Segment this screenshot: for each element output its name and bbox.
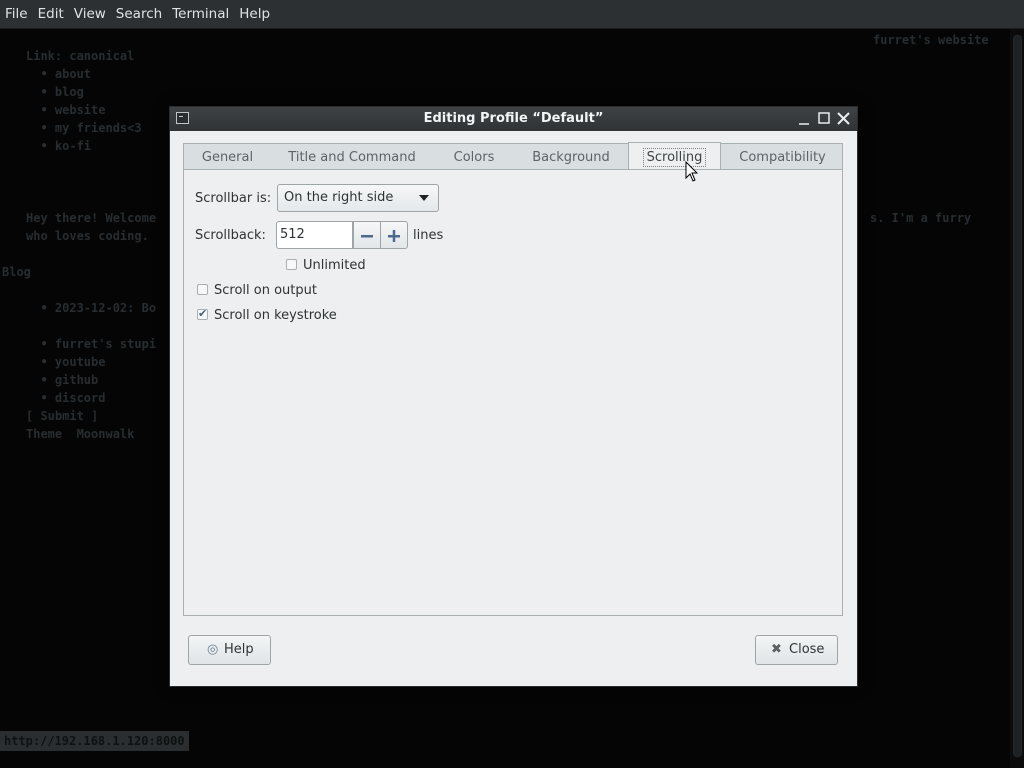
status-url: http://192.168.1.120:8000 — [0, 731, 189, 751]
terminal-scrollbar[interactable] — [1010, 29, 1024, 768]
profile-dialog: Editing Profile “Default” General Title … — [169, 106, 858, 687]
help-button-label: Help — [224, 642, 254, 657]
menu-terminal[interactable]: Terminal — [167, 0, 234, 28]
scrollback-input[interactable]: 512 — [276, 221, 353, 249]
close-button[interactable]: ✖ Close — [755, 635, 838, 665]
terminal-line: • furret's stupi — [26, 337, 157, 351]
help-button[interactable]: ◎ Help — [188, 635, 271, 665]
scrollback-increment-button[interactable] — [380, 221, 408, 249]
terminal-scrollbar-thumb[interactable] — [1013, 35, 1022, 757]
terminal-line: • website — [26, 103, 106, 117]
scrollbar-position-select[interactable]: On the right side — [277, 184, 439, 212]
scroll-on-output-checkbox[interactable] — [197, 284, 208, 295]
scrollback-decrement-button[interactable] — [353, 221, 381, 249]
terminal-header-right: furret's website — [873, 33, 989, 47]
maximize-button[interactable] — [816, 110, 833, 127]
minimize-icon — [799, 123, 809, 125]
scroll-on-keystroke-checkbox[interactable]: ✔ — [197, 307, 208, 320]
maximize-icon — [818, 112, 830, 124]
unlimited-label[interactable]: Unlimited — [303, 258, 366, 273]
terminal-line: • ko-fi — [26, 139, 92, 153]
tab-scrolling[interactable]: Scrolling — [628, 142, 721, 171]
help-lifebuoy-icon: ◎ — [207, 642, 219, 657]
terminal-highlight: canonical — [69, 49, 135, 63]
menu-file[interactable]: File — [0, 0, 33, 28]
dialog-title: Editing Profile “Default” — [423, 111, 604, 126]
terminal-line: Hey there! Welcome — [26, 211, 157, 225]
terminal-line: • youtube — [26, 355, 106, 369]
menubar: File Edit View Search Terminal Help — [0, 0, 1024, 29]
menu-search[interactable]: Search — [111, 0, 167, 28]
scroll-on-output-label[interactable]: Scroll on output — [214, 283, 317, 298]
terminal-line: • github — [26, 373, 99, 387]
terminal-line: • 2023-12-02: Bo — [26, 301, 157, 315]
scrollback-unit: lines — [413, 228, 444, 243]
unlimited-checkbox[interactable] — [286, 259, 297, 270]
terminal-line: [ Submit ] — [26, 409, 99, 423]
scrollbar-position-value: On the right side — [284, 190, 394, 205]
terminal-line: • about — [26, 67, 92, 81]
scrollback-label: Scrollback: — [195, 228, 266, 243]
tab-compatibility[interactable]: Compatibility — [721, 144, 844, 170]
dialog-titlebar[interactable]: Editing Profile “Default” — [170, 107, 857, 131]
tab-general[interactable]: General — [184, 144, 271, 170]
terminal-line-fragment: s. I'm a furry — [870, 211, 972, 225]
tab-background[interactable]: Background — [515, 144, 627, 170]
menu-help[interactable]: Help — [234, 0, 275, 28]
terminal-line: who loves coding. — [26, 229, 149, 243]
close-icon — [837, 112, 850, 125]
checkmark-icon: ✔ — [198, 307, 208, 320]
close-x-icon: ✖ — [771, 642, 782, 657]
terminal-line: Blog — [2, 265, 31, 279]
tab-title-and-command[interactable]: Title and Command — [271, 144, 433, 170]
menu-edit[interactable]: Edit — [33, 0, 69, 28]
scroll-on-keystroke-label[interactable]: Scroll on keystroke — [214, 308, 337, 323]
close-button-label: Close — [789, 642, 825, 657]
terminal-line: • discord — [26, 391, 106, 405]
dropdown-arrow-icon — [419, 195, 429, 201]
terminal-line: • blog — [26, 85, 84, 99]
terminal-line: Theme Moonwalk — [26, 427, 135, 441]
scrollbar-position-label: Scrollbar is: — [195, 191, 272, 206]
plus-icon — [388, 230, 400, 242]
close-window-button[interactable] — [835, 110, 852, 127]
menu-view[interactable]: View — [69, 0, 111, 28]
minimize-button[interactable] — [796, 110, 813, 127]
terminal-line: • my friends<3 — [26, 121, 142, 135]
mouse-pointer-icon — [685, 161, 699, 182]
tab-bar: General Title and Command Colors Backgro… — [183, 142, 844, 171]
terminal-line: Link: canonical — [26, 49, 135, 63]
tab-colors[interactable]: Colors — [433, 144, 515, 170]
minus-icon — [361, 235, 373, 238]
